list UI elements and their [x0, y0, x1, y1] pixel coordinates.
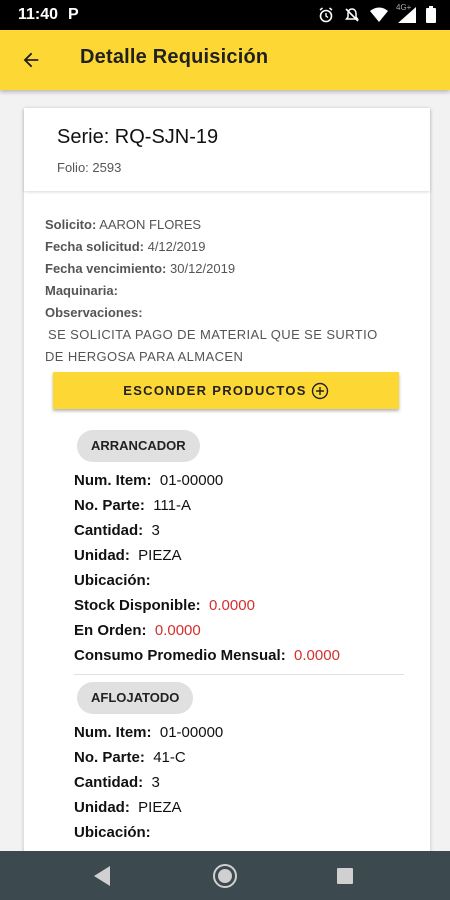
observaciones-label: Observaciones:	[45, 305, 143, 320]
no-parte-label: No. Parte:	[74, 497, 145, 514]
parking-app-icon: P	[68, 6, 79, 23]
cell-signal-icon: 4G+	[396, 3, 416, 23]
consumo-label: Consumo Promedio Mensual:	[74, 647, 286, 664]
unidad-row: Unidad: PIEZA	[74, 543, 404, 568]
cantidad-row: Cantidad: 3	[74, 518, 404, 543]
unidad-row: Unidad: PIEZA	[74, 795, 404, 820]
system-nav-bar	[0, 851, 450, 900]
num-item-label: Num. Item:	[74, 472, 152, 489]
num-item-row: Num. Item: 01-00000	[74, 468, 404, 493]
alarm-icon	[319, 6, 333, 22]
cantidad-label: Cantidad:	[74, 774, 144, 791]
product-divider	[74, 674, 404, 675]
arrow-back-icon	[23, 52, 39, 68]
ubicacion-label: Ubicación:	[74, 824, 151, 841]
product-name-chip: AFLOJATODO	[77, 682, 194, 714]
num-item-value: 01-00000	[159, 472, 224, 489]
maquinaria-label: Maquinaria:	[45, 283, 118, 298]
card-header: Serie: RQ-SJN-19 Folio: 2593	[24, 108, 430, 191]
nav-home-icon[interactable]	[212, 863, 238, 889]
page-title: Detalle Requisición	[80, 46, 269, 68]
solicito-value: AARON FLORES	[99, 217, 202, 232]
ubicacion-row: Ubicación:	[74, 568, 404, 593]
serie-title: Serie: RQ-SJN-19	[57, 126, 219, 148]
unidad-value: PIEZA	[138, 547, 182, 564]
num-item-label: Num. Item:	[74, 724, 152, 741]
en-orden-row: En Orden: 0.0000	[74, 618, 404, 643]
cantidad-value: 3	[151, 522, 160, 539]
folio-label: Folio: 2593	[57, 160, 122, 175]
consumo-row: Consumo Promedio Mensual: 0.0000	[74, 643, 404, 668]
cantidad-value: 3	[151, 774, 160, 791]
stock-row: Stock Disponible: 0.0000	[74, 593, 404, 618]
add-circle-outline-icon	[311, 382, 328, 399]
en-orden-value: 0.0000	[154, 622, 201, 639]
product-item: ARRANCADOR Num. Item: 01-00000 No. Parte…	[74, 430, 404, 675]
requisition-card: Serie: RQ-SJN-19 Folio: 2593 Solicito: A…	[24, 108, 430, 851]
observaciones-line-1: SE SOLICITA PAGO DE MATERIAL QUE SE SURT…	[48, 327, 378, 342]
product-name-chip: ARRANCADOR	[77, 430, 200, 462]
observaciones-line-2: DE HERGOSA PARA ALMACEN	[45, 349, 244, 364]
status-time: 11:40	[18, 6, 59, 23]
scroll-content[interactable]: Serie: RQ-SJN-19 Folio: 2593 Solicito: A…	[0, 90, 450, 851]
solicito-label: Solicito:	[45, 217, 97, 232]
no-parte-label: No. Parte:	[74, 749, 145, 766]
unidad-value: PIEZA	[138, 799, 182, 816]
nav-back-icon[interactable]	[92, 865, 112, 887]
fecha-vencimiento-value: 30/12/2019	[170, 261, 236, 276]
no-parte-row: No. Parte: 111-A	[74, 493, 404, 518]
fecha-solicitud-label: Fecha solicitud:	[45, 239, 144, 254]
ubicacion-label: Ubicación:	[74, 572, 151, 589]
en-orden-label: En Orden:	[74, 622, 147, 639]
num-item-row: Num. Item: 01-00000	[74, 720, 404, 745]
wifi-icon	[370, 7, 388, 22]
stock-label: Stock Disponible:	[74, 597, 201, 614]
back-button[interactable]	[14, 43, 48, 77]
notifications-off-icon	[345, 7, 359, 22]
fecha-vencimiento-label: Fecha vencimiento:	[45, 261, 167, 276]
network-type-label: 4G+	[396, 2, 412, 12]
num-item-value: 01-00000	[159, 724, 224, 741]
status-bar: 11:40 P 4G+	[0, 0, 450, 30]
unidad-label: Unidad:	[74, 799, 130, 816]
consumo-value: 0.0000	[294, 647, 340, 664]
nav-recent-apps-icon[interactable]	[337, 868, 353, 884]
no-parte-value: 41-C	[153, 749, 186, 766]
no-parte-value: 111-A	[153, 497, 192, 514]
fecha-solicitud-value: 4/12/2019	[147, 239, 206, 254]
requisition-info: Solicito: AARON FLORES Fecha solicitud: …	[45, 214, 415, 368]
app-bar: Detalle Requisición	[0, 30, 450, 90]
hide-products-button[interactable]: ESCONDER PRODUCTOS	[53, 372, 399, 409]
cantidad-label: Cantidad:	[74, 522, 144, 539]
no-parte-row: No. Parte: 41-C	[74, 745, 404, 770]
stock-value: 0.0000	[209, 597, 255, 614]
hide-products-label: ESCONDER PRODUCTOS	[123, 383, 307, 398]
battery-icon	[426, 6, 436, 23]
cantidad-row: Cantidad: 3	[74, 770, 404, 795]
ubicacion-row: Ubicación:	[74, 820, 404, 845]
product-item: AFLOJATODO Num. Item: 01-00000 No. Parte…	[74, 682, 404, 845]
unidad-label: Unidad:	[74, 547, 130, 564]
